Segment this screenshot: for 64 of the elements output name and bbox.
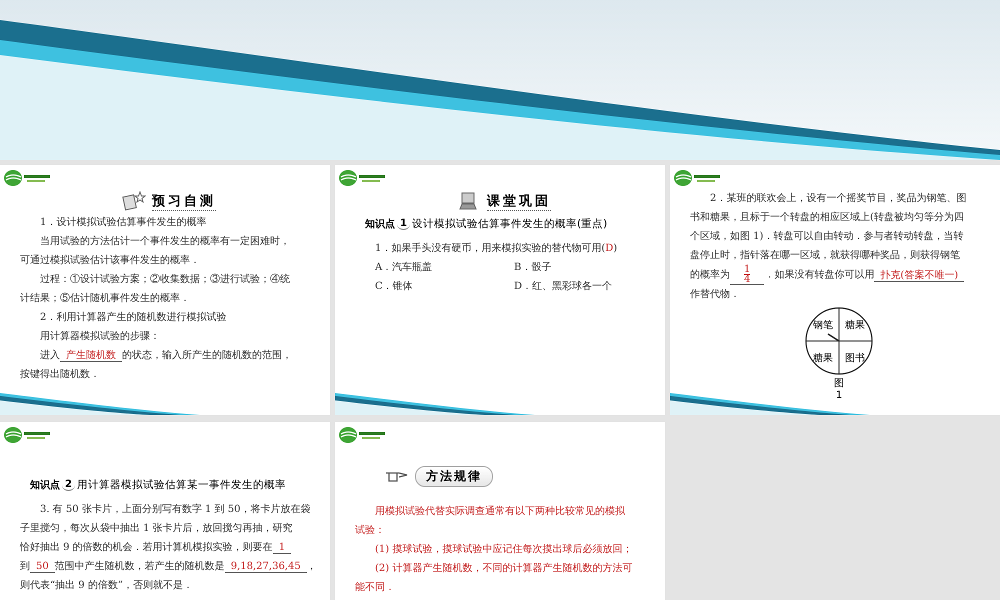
paragraph-text: 当用试验的方法估计一个事件发生的概率有一定困难时， xyxy=(39,234,291,249)
logo-icon xyxy=(3,168,53,188)
answer-blank: 产生随机数 xyxy=(60,350,122,362)
spinner-drawing xyxy=(805,307,873,375)
answer-blank: 1 xyxy=(272,542,292,554)
knowledge-point-number: 2 xyxy=(62,479,75,491)
logo-icon xyxy=(673,168,723,188)
paragraph-text: 作替代物． xyxy=(690,288,741,302)
fraction-answer: 1 4 xyxy=(730,265,764,285)
slide-thumbnail[interactable]: 课堂巩固 知识点 1 设计模拟试验估算事件发生的概率(重点) 1．如果手头没有硬币，用来模拟实验的替代物可用(D) A．汽车瓶盖 B．骰子 C．锥体 D．红、黑彩球各一个 xyxy=(335,165,665,415)
figure-caption: 图 xyxy=(834,378,844,390)
slide-thumbnail[interactable] xyxy=(0,0,1000,160)
logo-icon xyxy=(338,168,388,188)
paragraph-text: 3. 有 50 张卡片，上面分别写有数字 1 到 50，将卡片放在袋 xyxy=(39,502,312,517)
answer-blank: 9,18,27,36,45 xyxy=(224,561,307,573)
option-text: A．汽车瓶盖 xyxy=(375,260,434,275)
paragraph-text: 1．如果手头没有硬币，用来模拟实验的替代物可用(D) xyxy=(374,242,618,256)
paragraph-text: 2．利用计算器产生的随机数进行模拟试验 xyxy=(39,310,228,325)
spinner-label: 糖果 xyxy=(813,353,833,364)
paragraph-text: 的概率为 1 4 ．如果没有转盘你可以用 扑克(答案不唯一) xyxy=(690,265,988,285)
notepad-star-icon xyxy=(122,191,146,211)
paragraph-text: 书和糖果，且标于一个转盘的相应区域上(转盘被均匀等分为四 xyxy=(690,210,965,225)
section-heading: 方法规律 xyxy=(415,466,493,486)
paragraph-text: 进入 产生随机数 的状态，输入所产生的随机数的范围， xyxy=(39,348,293,364)
paragraph-text: 则代表“抽出 9 的倍数”，否则就不是． xyxy=(20,578,194,593)
paragraph-text: 用计算器模拟试验的步骤： xyxy=(39,330,161,344)
paragraph-text: 用模拟试验代替实际调查通常有以下两种比较常见的模拟 xyxy=(374,504,626,519)
answer-blank: 扑克(答案不唯一) xyxy=(874,270,964,282)
paragraph-text: (2) 计算器产生随机数，不同的计算器产生随机数的方法可 xyxy=(374,562,634,576)
section-heading: 课堂巩固 xyxy=(487,192,551,210)
paragraph-text: 可通过模拟试验估计该事件发生的概率． xyxy=(20,254,201,268)
slide-thumbnail[interactable]: 方法规律 用模拟试验代替实际调查通常有以下两种比较常见的模拟 试验： (1) 摸球试验，摸球试验中应记住每次摸出球后必须放回； (2) 计算器产生随机数，不同的计算器产生随机数的方法可 能不同． xyxy=(335,422,665,600)
paragraph-text: 1．设计模拟试验估算事件发生的概率 xyxy=(39,216,208,230)
option-text: B．骰子 xyxy=(514,261,552,275)
spinner-label: 糖果 xyxy=(845,320,865,331)
logo-icon xyxy=(3,425,53,445)
paragraph-text: 子里搅匀，每次从袋中抽出 1 张卡片后，放回搅匀再抽，研究 xyxy=(20,522,294,536)
logo-icon xyxy=(338,425,388,445)
section-heading: 预习自测 xyxy=(152,192,216,210)
paragraph-text: 恰好抽出 9 的倍数的机会．若用计算机模拟实验，则要在 1 xyxy=(20,538,318,557)
paragraph-text: 2．某班的联欢会上，设有一个摇奖节目，奖品为钢笔、图 xyxy=(709,192,968,206)
paragraph-text: 试验： xyxy=(355,524,386,538)
slide-thumbnail[interactable]: 知识点 2 用计算器模拟试验估算某一事件发生的概率 3. 有 50 张卡片，上面分别写有数字 1 到 50，将卡片放在袋 子里搅匀，每次从袋中抽出 1 张卡片后，放回搅匀再抽，研究 恰好抽出 9 的倍数的机会．若用计算机模拟实验，则要在 1 到 50 范围中产生随机数，若产生的随机数是 9,18,27,36,45 ， 则代表“抽出 9 的倍数”，否则就不是． xyxy=(0,422,330,600)
knowledge-point-title: 设计模拟试验估算事件发生的概率(重点) xyxy=(412,217,608,231)
paragraph-text: 到 50 范围中产生随机数，若产生的随机数是 9,18,27,36,45 ， xyxy=(20,560,318,575)
option-text: C．锥体 xyxy=(375,280,414,294)
paragraph-text: (1) 摸球试验，摸球试验中应记住每次摸出球后必须放回； xyxy=(374,542,634,557)
knowledge-point-number: 1 xyxy=(397,218,410,230)
knowledge-point-title: 用计算器模拟试验估算某一事件发生的概率 xyxy=(76,478,286,492)
paragraph-text: 个区域，如图 1)．转盘可以自由转动．参与者转动转盘，当转 xyxy=(690,230,964,244)
figure-caption: 1 xyxy=(836,390,842,402)
answer-blank: 50 xyxy=(30,561,55,573)
paragraph-text: 按键得出随机数． xyxy=(20,368,101,382)
knowledge-point-label: 知识点 xyxy=(30,478,60,492)
slide-thumbnail[interactable]: 预习自测 1．设计模拟试验估算事件发生的概率 当用试验的方法估计一个事件发生的概率有一定困难时， 可通过模拟试验估计该事件发生的概率． 过程：①设计试验方案；②收集数据；③进行试验；④统 计结果；⑤估计随机事件发生的概率． 2．利用计算器产生的随机数进行模拟试验 用计算器模拟试验的步骤： 进入 产生随机数 的状态，输入所产生的随机数的范围， 按键得出随机数． xyxy=(0,165,330,415)
option-text: D．红、黑彩球各一个 xyxy=(514,280,614,294)
knowledge-point-label: 知识点 xyxy=(365,218,395,231)
paragraph-text: 盘停止时，指针落在哪一区域，就获得哪种奖品，则获得钢笔 xyxy=(690,248,961,263)
spinner-label: 钢笔 xyxy=(813,320,833,331)
paragraph-text: 计结果；⑤估计随机事件发生的概率． xyxy=(20,292,191,306)
paragraph-text: 能不同． xyxy=(355,580,396,595)
paragraph-text: 过程：①设计试验方案；②收集数据；③进行试验；④统 xyxy=(39,272,291,287)
slide-thumbnail[interactable]: 2．某班的联欢会上，设有一个摇奖节目，奖品为钢笔、图 书和糖果，且标于一个转盘的相应区域上(转盘被均匀等分为四 个区域，如图 1)．转盘可以自由转动．参与者转动转盘，当转 盘停止时，指针落在哪一区域，就获得哪种奖品，则获得钢笔 的概率为 1 4 ．如果没有转盘你可以用 扑克(答案不唯一) 作替代物． 钢笔 糖果 糖果 图书 图 1 xyxy=(670,165,1000,415)
spinner-label: 图书 xyxy=(845,353,865,364)
